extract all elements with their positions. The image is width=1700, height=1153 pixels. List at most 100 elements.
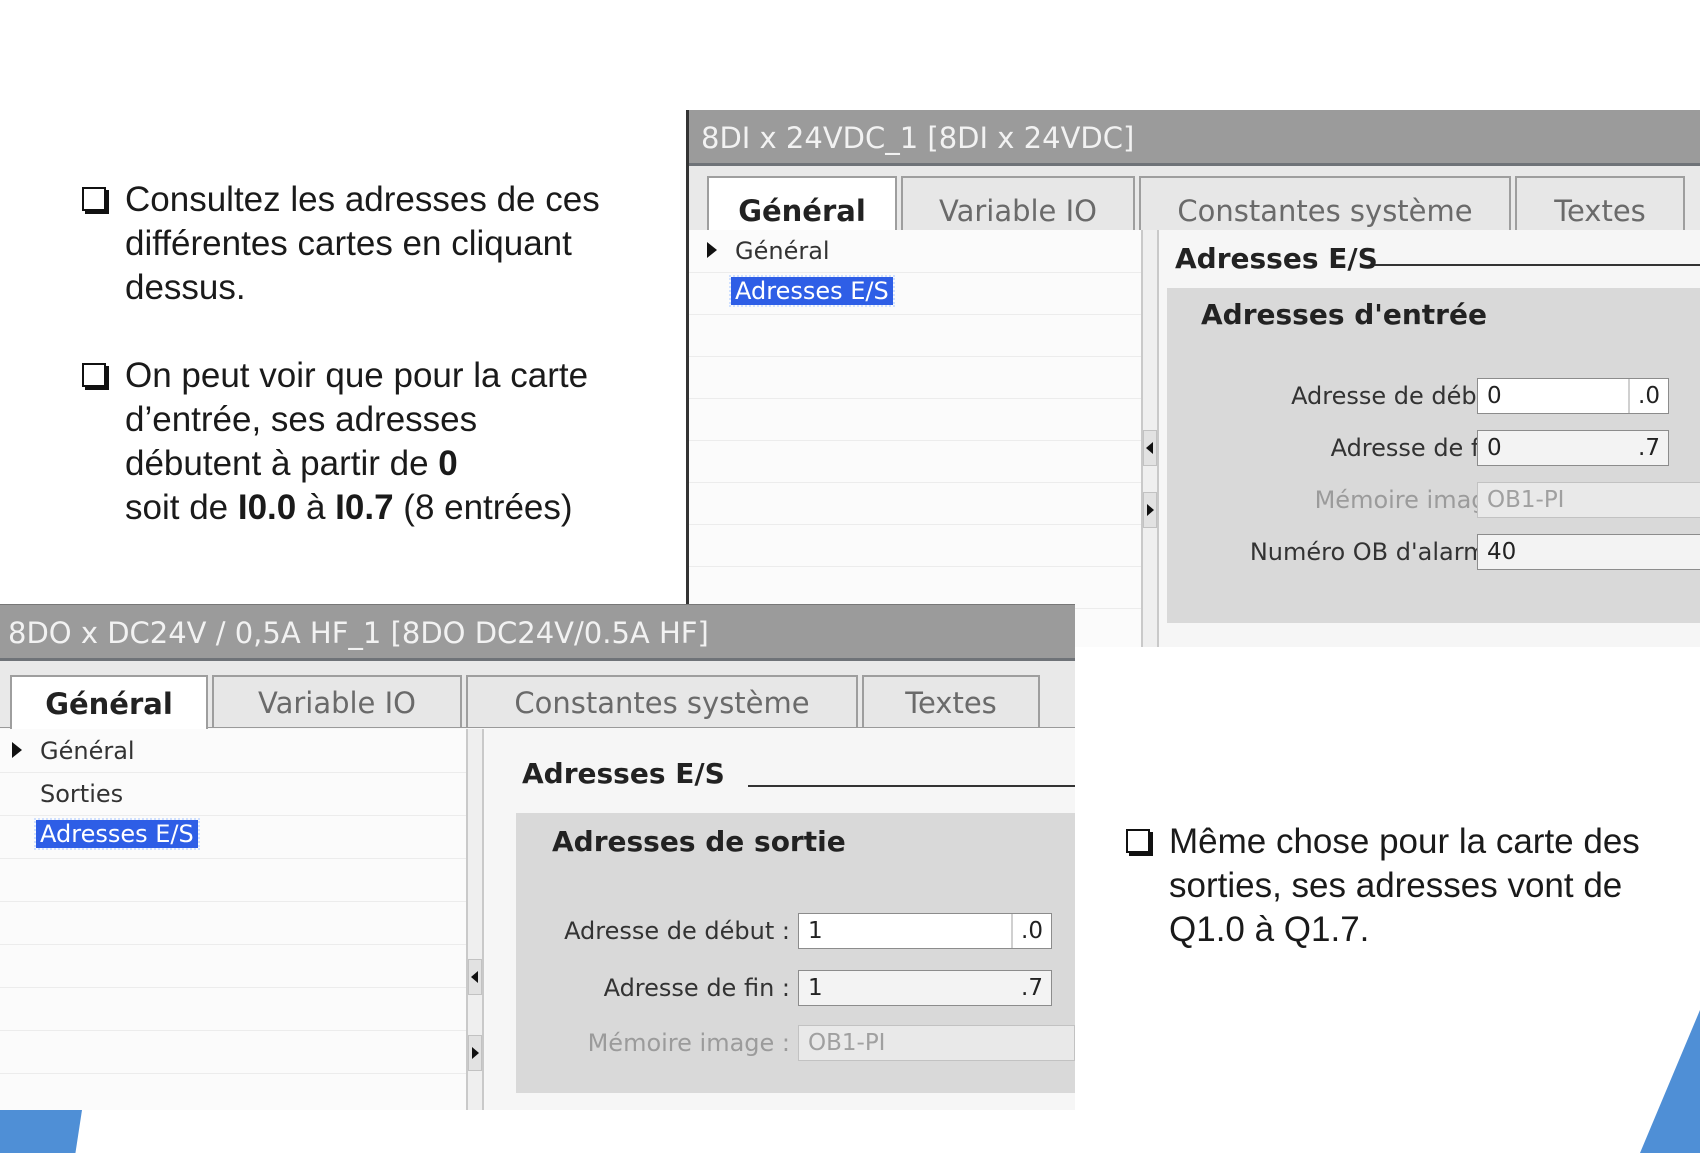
output-module-properties-panel: 8DO x DC24V / 0,5A HF_1 [8DO DC24V/0.5A … <box>0 604 1075 1110</box>
bullet-item: Consultez les adresses de ces différente… <box>82 178 682 310</box>
process-image-label: Mémoire image : <box>587 1029 790 1057</box>
interrupt-ob-value: 40 <box>1487 539 1517 565</box>
input-module-properties-panel: 8DI x 24VDC_1 [8DI x 24VDC] Général Vari… <box>686 110 1700 647</box>
output-module-content: Adresses E/S Adresses de sortie Adresse … <box>486 729 1075 1110</box>
section-title: Adresses E/S <box>1175 242 1378 275</box>
end-address-field: 0 .7 <box>1477 430 1669 466</box>
output-addresses-group: Adresses de sortie Adresse de début : 1 … <box>516 813 1075 1093</box>
start-address-bit: .0 <box>1021 918 1043 944</box>
expand-right-button[interactable] <box>1143 492 1157 528</box>
interrupt-ob-field: 40 <box>1477 534 1700 570</box>
tree-item-label-selected: Adresses E/S <box>34 818 200 850</box>
bullet-list-top: Consultez les adresses de ces différente… <box>82 178 682 530</box>
tree-item-general[interactable]: Général <box>689 230 1141 273</box>
field-separator <box>1011 914 1013 948</box>
text-run: (8 entrées) <box>393 488 573 527</box>
input-module-title: 8DI x 24VDC_1 [8DI x 24VDC] <box>689 110 1700 166</box>
bullet-text: Même chose pour la carte des sorties, se… <box>1169 822 1640 949</box>
tree-empty-row <box>689 356 1141 399</box>
tree-item-outputs[interactable]: Sorties <box>0 772 466 816</box>
tree-empty-row <box>689 398 1141 441</box>
tree-item-io-addresses[interactable]: Adresses E/S <box>0 815 466 859</box>
checkbox-bullet-icon <box>82 187 106 211</box>
output-module-nav-tree: Général Sorties Adresses E/S <box>0 729 466 1110</box>
input-module-content: Adresses E/S Adresses d'entrée Adresse d… <box>1159 230 1700 647</box>
text-run: débutent à partir de <box>125 444 439 483</box>
panel-splitter[interactable] <box>1141 230 1159 647</box>
expand-triangle-icon[interactable] <box>707 242 717 258</box>
bold-value: 0 <box>438 444 458 483</box>
bullet-text: On peut voir que pour la carte d’entrée,… <box>125 354 682 530</box>
arrow-left-icon <box>1146 442 1153 454</box>
start-address-field[interactable]: 0 .0 <box>1477 378 1669 414</box>
input-module-nav-tree: Général Adresses E/S <box>689 230 1141 647</box>
field-separator <box>1628 379 1630 413</box>
panel-splitter[interactable] <box>466 729 484 1110</box>
tree-item-io-addresses[interactable]: Adresses E/S <box>689 272 1141 315</box>
bullet-line: débutent à partir de 0 <box>125 442 682 486</box>
start-address-bit: .0 <box>1638 383 1660 409</box>
end-address-value: 1 <box>808 975 823 1001</box>
tree-empty-row <box>689 314 1141 357</box>
decorative-corner-left <box>0 1110 82 1153</box>
text-run: soit de <box>125 488 238 527</box>
process-image-value: OB1-PI <box>808 1030 886 1056</box>
input-addresses-group: Adresses d'entrée Adresse de début : 0 .… <box>1167 288 1700 623</box>
tree-empty-row <box>0 944 466 988</box>
process-image-field: OB1-PI <box>1477 482 1700 518</box>
arrow-right-icon <box>1147 504 1154 516</box>
group-title: Adresses d'entrée <box>1201 298 1487 331</box>
end-address-bit: .7 <box>1638 435 1660 461</box>
tree-item-general[interactable]: Général <box>0 729 466 773</box>
checkbox-bullet-icon <box>82 363 106 387</box>
tab-system-constants[interactable]: Constantes système <box>466 675 858 727</box>
tab-variable-io[interactable]: Variable IO <box>212 675 462 727</box>
tree-empty-row <box>689 524 1141 567</box>
bullet-line: On peut voir que pour la carte <box>125 356 589 395</box>
collapse-left-button[interactable] <box>1143 430 1157 466</box>
end-address-value: 0 <box>1487 435 1502 461</box>
tree-empty-row <box>0 987 466 1031</box>
start-address-value: 0 <box>1487 383 1502 409</box>
arrow-left-icon <box>471 971 478 983</box>
tree-empty-row <box>689 566 1141 609</box>
tab-texts[interactable]: Textes <box>862 675 1040 727</box>
bullet-line: d’entrée, ses adresses <box>125 400 478 439</box>
tree-empty-row <box>0 901 466 945</box>
collapse-left-button[interactable] <box>468 959 482 995</box>
end-address-field: 1 .7 <box>798 970 1052 1006</box>
tree-empty-row <box>689 440 1141 483</box>
tree-empty-row <box>0 1030 466 1074</box>
decorative-corner-right <box>1640 1010 1700 1153</box>
tree-empty-row <box>0 858 466 902</box>
section-rule <box>1375 264 1700 266</box>
section-rule <box>748 785 1075 787</box>
checkbox-bullet-icon <box>1126 829 1150 853</box>
tree-item-label-selected: Adresses E/S <box>729 275 895 307</box>
text-run: à <box>296 488 336 527</box>
bullet-line: soit de I0.0 à I0.7 (8 entrées) <box>125 486 682 530</box>
start-address-value: 1 <box>808 918 823 944</box>
tree-item-label: Sorties <box>40 780 124 808</box>
output-module-title: 8DO x DC24V / 0,5A HF_1 [8DO DC24V/0.5A … <box>0 605 1075 661</box>
tree-item-label: Général <box>40 737 135 765</box>
end-address-label: Adresse de fin : <box>603 974 790 1002</box>
start-address-field[interactable]: 1 .0 <box>798 913 1052 949</box>
group-title: Adresses de sortie <box>552 825 846 858</box>
bold-value: I0.7 <box>335 488 394 527</box>
bullet-text: Consultez les adresses de ces différente… <box>125 180 600 307</box>
bullet-list-bottom: Même chose pour la carte des sorties, se… <box>1126 820 1646 952</box>
tree-empty-row <box>689 482 1141 525</box>
start-address-label: Adresse de début : <box>564 917 790 945</box>
expand-right-button[interactable] <box>468 1035 482 1071</box>
process-image-value: OB1-PI <box>1487 487 1565 513</box>
bold-value: I0.0 <box>237 488 297 527</box>
tab-general[interactable]: Général <box>10 675 208 731</box>
expand-triangle-icon[interactable] <box>12 742 22 758</box>
tree-item-label: Général <box>735 237 830 265</box>
bullet-item: On peut voir que pour la carte d’entrée,… <box>82 354 682 530</box>
bullet-item: Même chose pour la carte des sorties, se… <box>1126 820 1646 952</box>
process-image-field: OB1-PI <box>798 1025 1075 1061</box>
arrow-right-icon <box>472 1047 479 1059</box>
section-title: Adresses E/S <box>522 757 725 790</box>
